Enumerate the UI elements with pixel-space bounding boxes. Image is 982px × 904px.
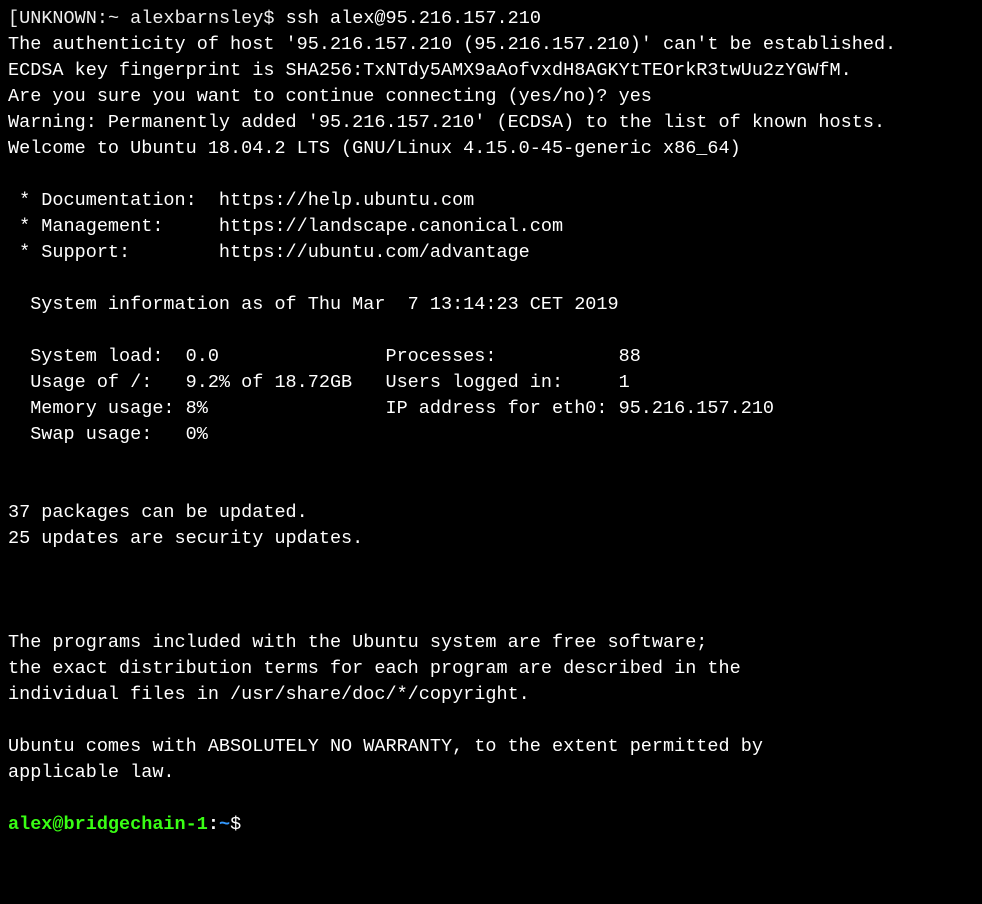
warning-line: Warning: Permanently added '95.216.157.2… xyxy=(8,112,885,133)
authenticity-line: The authenticity of host '95.216.157.210… xyxy=(8,34,896,55)
prompt-sep: : xyxy=(97,8,108,29)
sysinfo-row: Swap usage: 0% xyxy=(8,424,208,445)
sysinfo-row: Usage of /: 9.2% of 18.72GB Users logged… xyxy=(8,372,630,393)
prompt-dollar: $ xyxy=(263,8,274,29)
updates-line: 37 packages can be updated. xyxy=(8,502,308,523)
remote-colon: : xyxy=(208,814,219,835)
updates-line: 25 updates are security updates. xyxy=(8,528,363,549)
remote-path: ~ xyxy=(219,814,230,835)
typed-command: ssh alex@95.216.157.210 xyxy=(286,8,541,29)
prompt-bracket: [ xyxy=(8,8,19,29)
terminal-output[interactable]: [UNKNOWN:~ alexbarnsley$ ssh alex@95.216… xyxy=(0,0,982,844)
legal-line: individual files in /usr/share/doc/*/cop… xyxy=(8,684,530,705)
sysinfo-row: Memory usage: 8% IP address for eth0: 95… xyxy=(8,398,774,419)
prompt-host: UNKNOWN xyxy=(19,8,97,29)
remote-dollar: $ xyxy=(230,814,241,835)
remote-prompt[interactable]: alex@bridgechain-1:~$ xyxy=(8,814,241,835)
management-link-line: * Management: https://landscape.canonica… xyxy=(8,216,563,237)
documentation-link-line: * Documentation: https://help.ubuntu.com xyxy=(8,190,474,211)
confirm-line: Are you sure you want to continue connec… xyxy=(8,86,652,107)
legal-line: applicable law. xyxy=(8,762,175,783)
sysinfo-header: System information as of Thu Mar 7 13:14… xyxy=(8,294,619,315)
prompt-path: ~ xyxy=(108,8,119,29)
support-link-line: * Support: https://ubuntu.com/advantage xyxy=(8,242,530,263)
legal-line: the exact distribution terms for each pr… xyxy=(8,658,741,679)
legal-line: The programs included with the Ubuntu sy… xyxy=(8,632,707,653)
legal-line: Ubuntu comes with ABSOLUTELY NO WARRANTY… xyxy=(8,736,763,757)
prompt-user: alexbarnsley xyxy=(130,8,263,29)
prompt-sp xyxy=(119,8,130,29)
sysinfo-row: System load: 0.0 Processes: 88 xyxy=(8,346,641,367)
fingerprint-line: ECDSA key fingerprint is SHA256:TxNTdy5A… xyxy=(8,60,852,81)
remote-user-host: alex@bridgechain-1 xyxy=(8,814,208,835)
local-prompt: [UNKNOWN:~ alexbarnsley$ xyxy=(8,8,275,29)
welcome-line: Welcome to Ubuntu 18.04.2 LTS (GNU/Linux… xyxy=(8,138,741,159)
